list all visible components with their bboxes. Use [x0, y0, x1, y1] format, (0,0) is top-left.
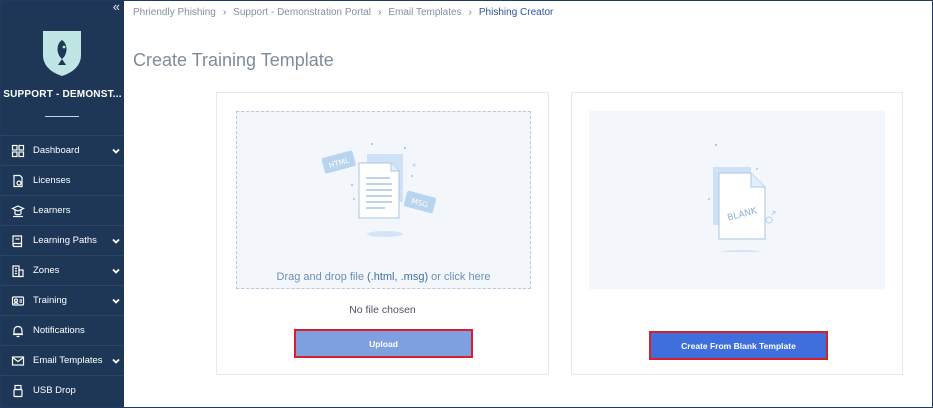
upload-button[interactable]: Upload: [294, 329, 473, 358]
shield-logo-icon: [41, 29, 83, 77]
chevron-down-icon[interactable]: [111, 236, 121, 246]
page-title: Create Training Template: [133, 50, 334, 70]
learners-icon: [11, 204, 25, 217]
sidebar-item-email-templates[interactable]: Email Templates: [1, 345, 124, 375]
blank-template-preview[interactable]: BLANK: [589, 111, 885, 289]
building-icon: [12, 264, 24, 277]
sidebar-item-learners[interactable]: Learners: [1, 195, 124, 225]
blank-template-card: BLANK Create From Blank Template: [571, 92, 903, 375]
divider: [45, 116, 79, 117]
create-from-blank-button[interactable]: Create From Blank Template: [649, 331, 828, 360]
sidebar-item-label: Licenses: [33, 175, 71, 186]
usb-icon: [13, 384, 23, 397]
sidebar-item-label: Training: [33, 295, 67, 306]
collapse-sidebar-icon[interactable]: «: [113, 1, 120, 13]
chevron-right-icon: ›: [378, 7, 382, 18]
chevron-down-icon[interactable]: [111, 266, 121, 276]
breadcrumb-link[interactable]: Email Templates: [388, 7, 461, 18]
blank-document-illustration-icon: BLANK: [708, 143, 776, 252]
envelope-icon: [11, 355, 25, 366]
sidebar-nav: Dashboard Licenses Learners Learning Pat…: [1, 135, 124, 405]
main-content: Phriendly Phishing › Support - Demonstra…: [124, 1, 932, 407]
sidebar: « SUPPORT - DEMONST... Dashboard License…: [1, 1, 124, 407]
sidebar-item-label: Learning Paths: [33, 235, 97, 246]
breadcrumb-link[interactable]: Support - Demonstration Portal: [233, 7, 371, 18]
sidebar-item-label: Learners: [33, 205, 71, 216]
document-upload-illustration-icon: HTML MSG: [321, 142, 437, 237]
organization-name: SUPPORT - DEMONST...: [3, 89, 122, 100]
sidebar-item-training[interactable]: Training: [1, 285, 124, 315]
license-icon: [13, 174, 23, 187]
sidebar-item-label: USB Drop: [33, 385, 76, 396]
sidebar-item-usb-drop[interactable]: USB Drop: [1, 375, 124, 405]
chevron-right-icon: ›: [222, 7, 227, 18]
dropzone-instructions: Drag and drop file (.html, .msg) or clic…: [276, 271, 491, 283]
sidebar-item-label: Dashboard: [33, 145, 80, 156]
sidebar-item-notifications[interactable]: Notifications: [1, 315, 124, 345]
sidebar-item-learning-paths[interactable]: Learning Paths: [1, 225, 124, 255]
book-icon: [12, 234, 23, 247]
breadcrumb: Phriendly Phishing › Support - Demonstra…: [133, 7, 553, 18]
breadcrumb-link[interactable]: Phriendly Phishing: [133, 7, 216, 18]
training-icon: [11, 295, 25, 306]
upload-template-card: HTML MSG Drag and drop file (.html, .msg…: [216, 92, 549, 375]
file-dropzone[interactable]: HTML MSG Drag and drop file (.html, .msg…: [236, 111, 531, 289]
app-window: « SUPPORT - DEMONST... Dashboard License…: [0, 0, 933, 408]
sidebar-item-licenses[interactable]: Licenses: [1, 165, 124, 195]
breadcrumb-current: Phishing Creator: [478, 7, 554, 18]
file-status-text: No file chosen: [349, 304, 416, 316]
dashboard-icon: [11, 144, 25, 157]
sidebar-item-zones[interactable]: Zones: [1, 255, 124, 285]
chevron-right-icon: ›: [468, 7, 472, 18]
sidebar-item-label: Notifications: [33, 325, 85, 336]
sidebar-item-label: Email Templates: [33, 355, 103, 366]
chevron-down-icon[interactable]: [111, 146, 121, 156]
bell-icon: [13, 325, 23, 337]
chevron-down-icon[interactable]: [111, 296, 121, 306]
chevron-down-icon[interactable]: [111, 356, 121, 366]
sidebar-item-dashboard[interactable]: Dashboard: [1, 135, 124, 165]
sidebar-item-label: Zones: [33, 265, 60, 276]
